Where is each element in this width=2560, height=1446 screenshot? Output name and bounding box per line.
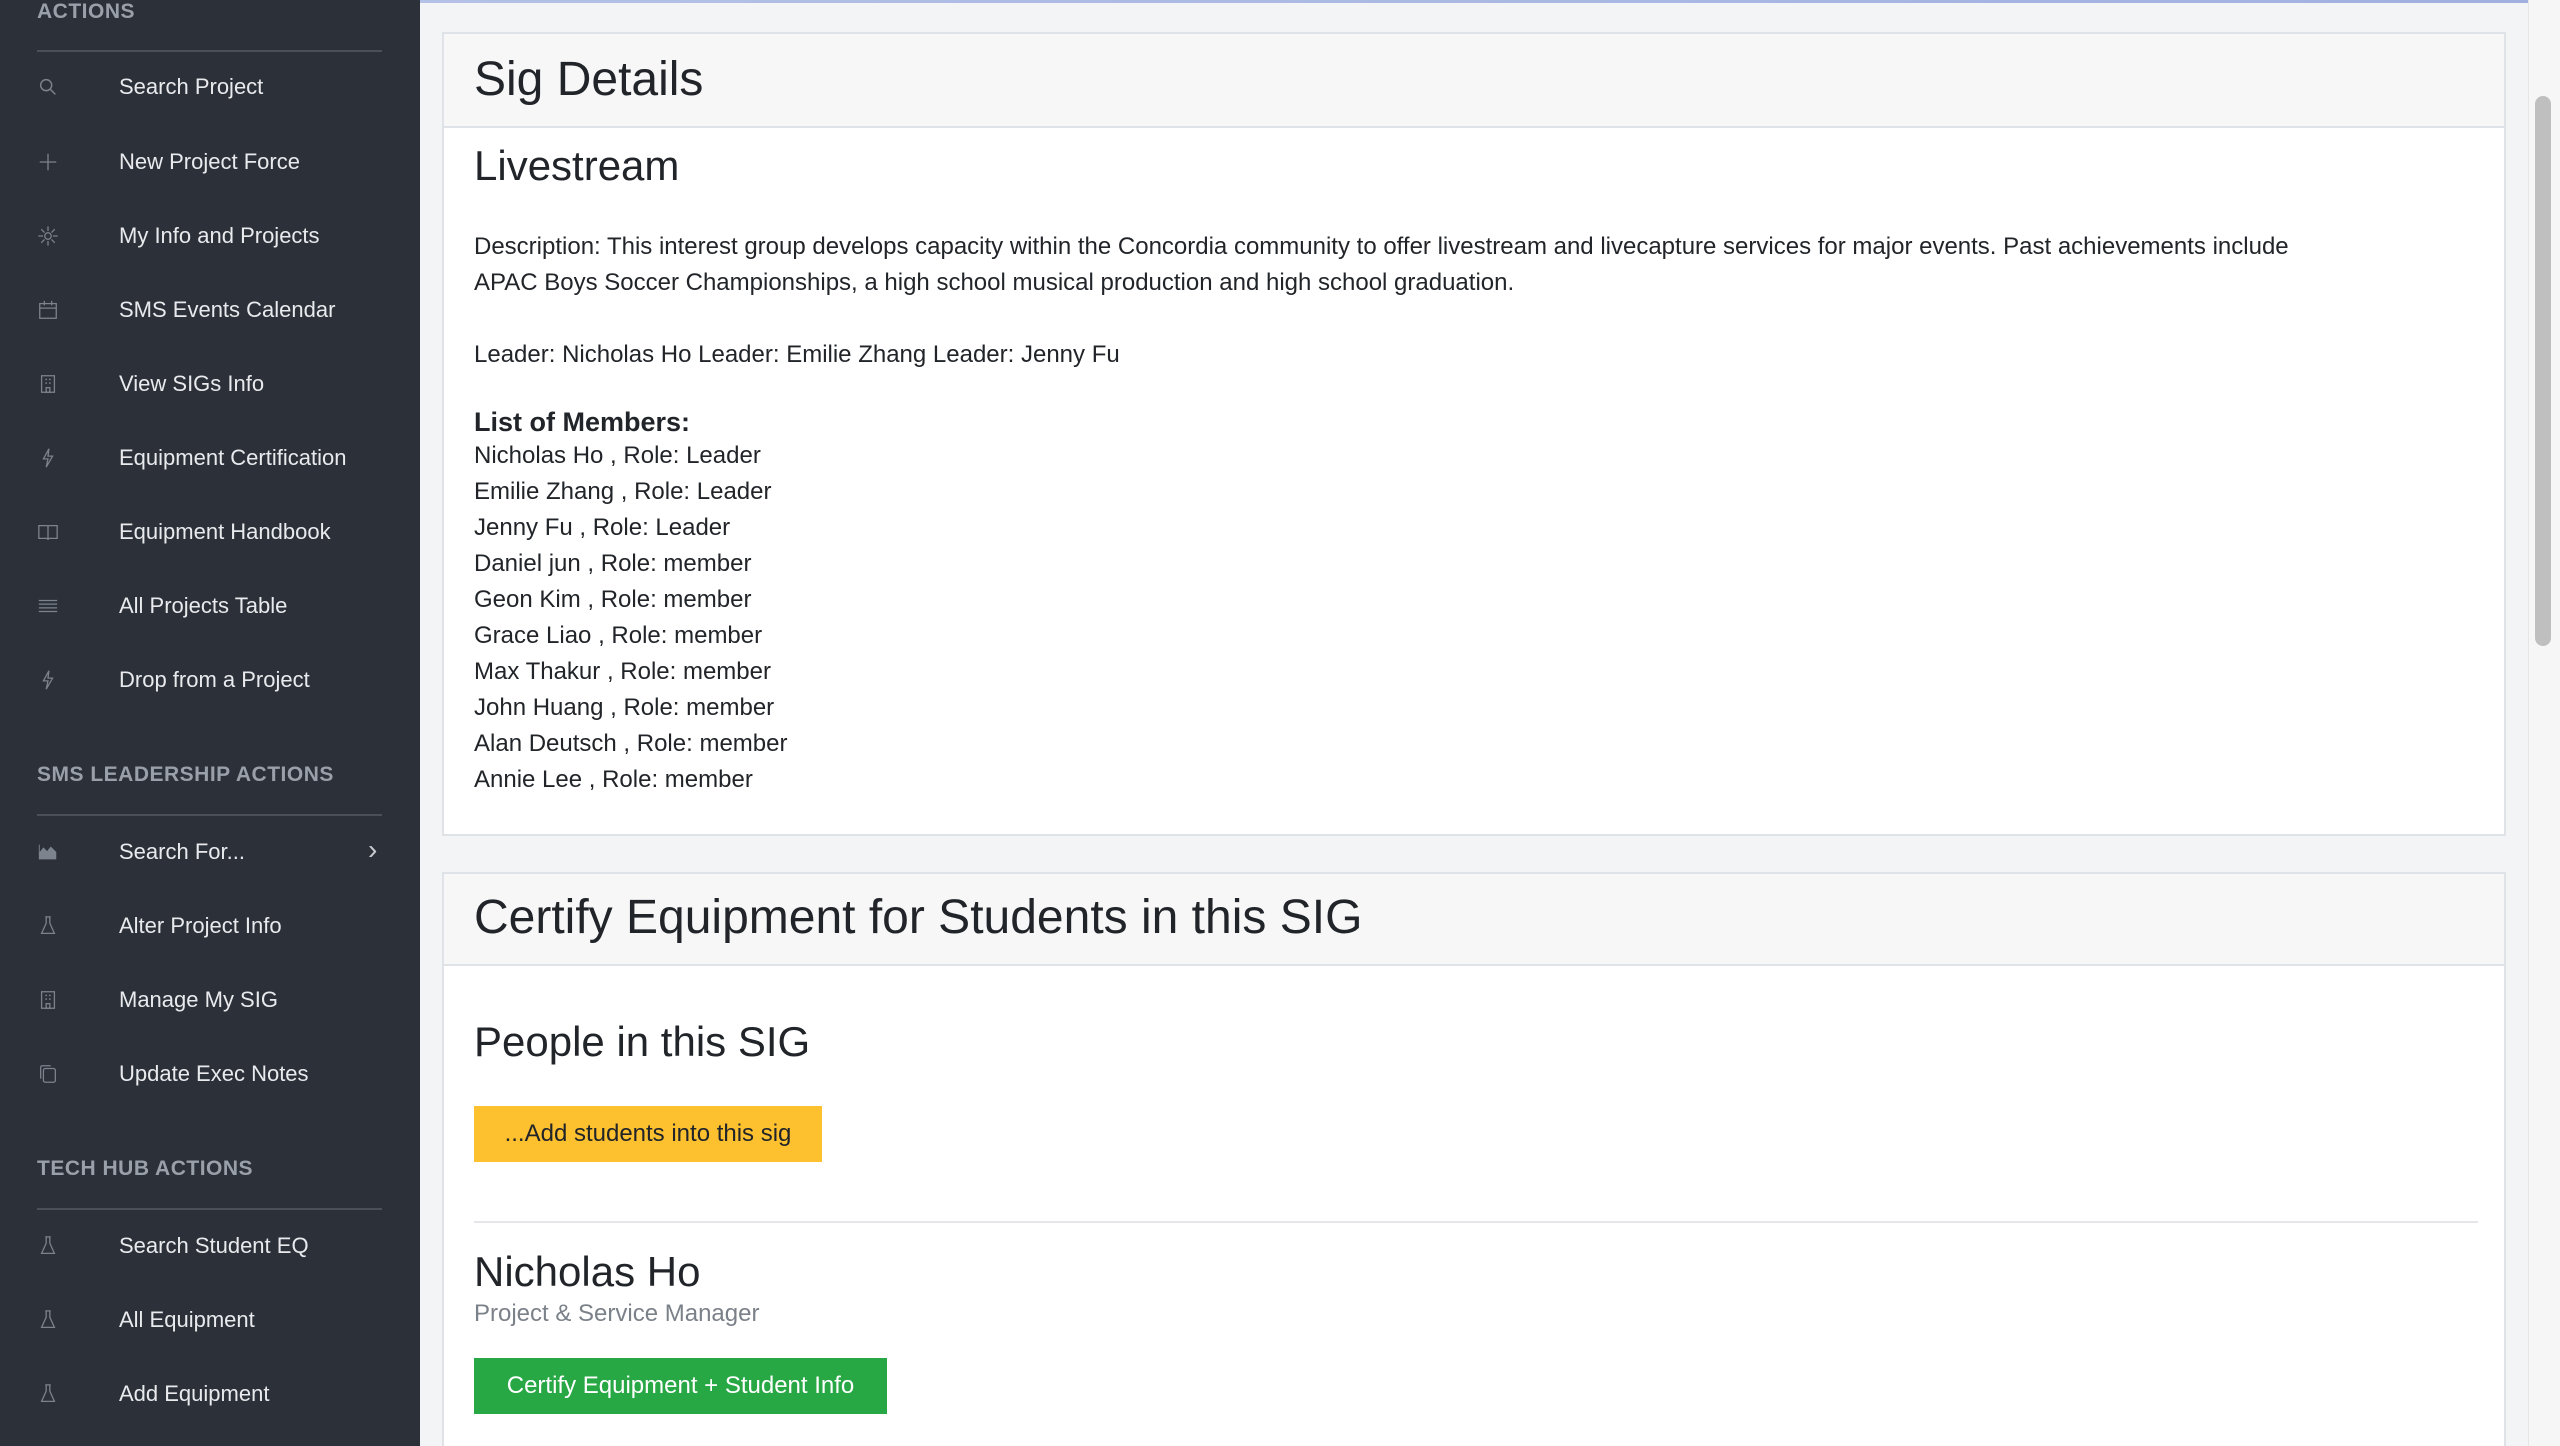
divider [474, 1221, 2478, 1223]
member-item: Geon Kim , Role: member [474, 586, 752, 613]
sidebar: ACTIONS Search Project New Project Force… [0, 0, 420, 1446]
gear-icon [36, 224, 60, 248]
sidebar-divider [37, 50, 382, 52]
member-item: Annie Lee , Role: member [474, 766, 753, 793]
sidebar-section-title-tech-hub: TECH HUB ACTIONS [37, 1157, 254, 1180]
member-item: Emilie Zhang , Role: Leader [474, 478, 772, 505]
sidebar-item-view-sigs-info[interactable]: View SIGs Info [0, 354, 420, 414]
building-icon [36, 372, 60, 396]
sidebar-item-label: Update Exec Notes [119, 1061, 309, 1086]
copy-icon [36, 1062, 60, 1086]
sidebar-divider [37, 814, 382, 816]
sig-details-card: Sig Details Livestream Description: This… [442, 32, 2506, 836]
list-icon [36, 594, 60, 618]
book-icon [36, 520, 60, 544]
people-in-sig-title: People in this SIG [474, 1018, 811, 1065]
sidebar-item-label: Manage My SIG [119, 987, 278, 1012]
member-item: Nicholas Ho , Role: Leader [474, 442, 761, 469]
area-chart-icon [36, 840, 60, 864]
sidebar-item-equipment-certification[interactable]: Equipment Certification [0, 428, 420, 488]
sidebar-item-label: All Equipment [119, 1307, 255, 1332]
certify-equipment-button[interactable]: Certify Equipment + Student Info [474, 1358, 887, 1414]
member-item: Max Thakur , Role: member [474, 658, 771, 685]
person-role: Project & Service Manager [474, 1300, 760, 1327]
chevron-right-icon: › [368, 834, 378, 865]
sidebar-item-label: Search Project [119, 74, 264, 99]
sidebar-item-label: Drop from a Project [119, 667, 310, 692]
sidebar-item-add-equipment[interactable]: Add Equipment [0, 1364, 420, 1424]
sig-description-line1: Description: This interest group develop… [474, 233, 2289, 260]
person-name: Nicholas Ho [474, 1248, 701, 1295]
search-icon [36, 75, 60, 99]
flask-icon [36, 914, 60, 938]
member-item: Grace Liao , Role: member [474, 622, 763, 649]
sidebar-item-label: My Info and Projects [119, 223, 320, 248]
sidebar-item-alter-project-info[interactable]: Alter Project Info [0, 896, 420, 956]
sidebar-item-search-for[interactable]: Search For... › [0, 822, 420, 882]
sidebar-item-label: New Project Force [119, 149, 300, 174]
sidebar-item-sms-events-calendar[interactable]: SMS Events Calendar [0, 280, 420, 340]
sidebar-item-all-equipment[interactable]: All Equipment [0, 1290, 420, 1350]
add-students-button[interactable]: ...Add students into this sig [474, 1106, 822, 1162]
sidebar-item-label: Equipment Handbook [119, 519, 331, 544]
sidebar-item-label: View SIGs Info [119, 371, 265, 396]
sidebar-item-manage-my-sig[interactable]: Manage My SIG [0, 970, 420, 1030]
sidebar-item-label: Alter Project Info [119, 913, 282, 938]
member-item: Alan Deutsch , Role: member [474, 730, 788, 757]
sidebar-item-search-project[interactable]: Search Project [0, 57, 420, 117]
scrollbar-thumb[interactable] [2535, 96, 2551, 646]
sidebar-item-equipment-handbook[interactable]: Equipment Handbook [0, 502, 420, 562]
flask-icon [36, 1234, 60, 1258]
sidebar-item-label: Search Student EQ [119, 1233, 309, 1258]
bolt-icon [36, 446, 60, 470]
sig-description-line2: APAC Boys Soccer Championships, a high s… [474, 269, 1515, 296]
sidebar-item-label: Equipment Certification [119, 445, 347, 470]
sidebar-section-title-actions: ACTIONS [37, 0, 135, 23]
sidebar-item-search-student-eq[interactable]: Search Student EQ [0, 1216, 420, 1276]
card-title: Certify Equipment for Students in this S… [474, 891, 1363, 944]
sidebar-item-label: SMS Events Calendar [119, 297, 336, 322]
card-header: Sig Details [444, 34, 2504, 128]
sidebar-item-new-project-force[interactable]: New Project Force [0, 132, 420, 192]
sig-leaders: Leader: Nicholas Ho Leader: Emilie Zhang… [474, 341, 1120, 368]
members-title: List of Members: [474, 407, 691, 437]
flask-icon [36, 1382, 60, 1406]
sidebar-item-label: Add Equipment [119, 1381, 270, 1406]
card-header: Certify Equipment for Students in this S… [444, 874, 2504, 966]
sidebar-item-label: All Projects Table [119, 593, 288, 618]
member-item: John Huang , Role: member [474, 694, 775, 721]
sidebar-section-title-leadership: SMS LEADERSHIP ACTIONS [37, 763, 334, 786]
certify-equipment-card: Certify Equipment for Students in this S… [442, 872, 2506, 1446]
sidebar-item-all-projects-table[interactable]: All Projects Table [0, 576, 420, 636]
sidebar-item-my-info[interactable]: My Info and Projects [0, 206, 420, 266]
sidebar-item-update-exec-notes[interactable]: Update Exec Notes [0, 1044, 420, 1104]
sidebar-divider [37, 1208, 382, 1210]
member-item: Daniel jun , Role: member [474, 550, 752, 577]
sidebar-item-drop-from-project[interactable]: Drop from a Project [0, 650, 420, 710]
flask-icon [36, 1308, 60, 1332]
calendar-icon [36, 298, 60, 322]
main-content: Sig Details Livestream Description: This… [420, 0, 2528, 1446]
member-item: Jenny Fu , Role: Leader [474, 514, 731, 541]
sig-name: Livestream [474, 142, 680, 189]
card-title: Sig Details [474, 53, 704, 106]
plus-icon [36, 150, 60, 174]
building-icon [36, 988, 60, 1012]
bolt-icon [36, 668, 60, 692]
sidebar-item-label: Search For... [119, 839, 245, 864]
